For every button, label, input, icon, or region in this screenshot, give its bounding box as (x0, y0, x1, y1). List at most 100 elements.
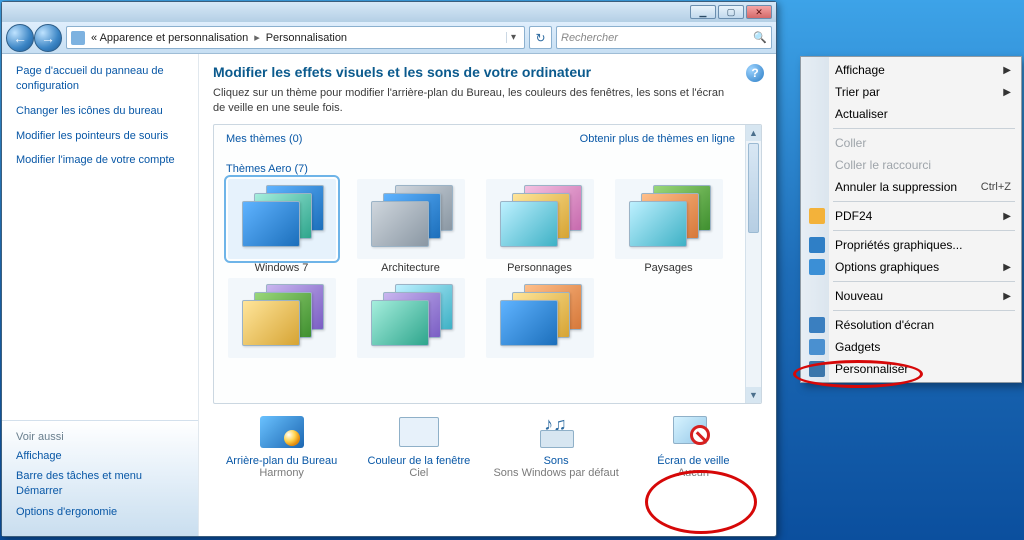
theme-label: Personnages (507, 262, 572, 274)
footer-window-color[interactable]: Couleur de la fenêtre Ciel (354, 414, 484, 479)
sidelink-home[interactable]: Page d'accueil du panneau de configurati… (16, 64, 184, 94)
sounds-icon: ♪♫ (532, 414, 580, 452)
footer-sub: Aucun (678, 467, 709, 479)
footer-screensaver[interactable]: Écran de veille Aucun (628, 414, 758, 479)
theme-row-2 (224, 278, 741, 358)
desktop-background-icon (258, 414, 306, 452)
context-item-label: Actualiser (835, 107, 888, 121)
context-separator (833, 128, 1015, 129)
context-item-propri-t-s-graphiques[interactable]: Propriétés graphiques... (803, 234, 1019, 256)
theme-architecture[interactable]: Architecture (353, 179, 468, 274)
scroll-up[interactable]: ▲ (746, 125, 761, 141)
breadcrumb-dropdown[interactable]: ▾ (506, 32, 520, 43)
search-input[interactable]: Rechercher 🔍 (556, 26, 772, 49)
context-item-coller: Coller (803, 132, 1019, 154)
context-item-coller-le-raccourci: Coller le raccourci (803, 154, 1019, 176)
context-item-label: Personnaliser (835, 362, 908, 376)
context-item-label: PDF24 (835, 209, 872, 223)
help-icon[interactable]: ? (746, 64, 764, 82)
theme-landscapes[interactable]: Paysages (611, 179, 726, 274)
see-also-taskbar[interactable]: Barre des tâches et menu Démarrer (16, 469, 184, 499)
breadcrumb-part2[interactable]: Personnalisation (266, 32, 347, 44)
context-item-nouveau[interactable]: Nouveau ▶ (803, 285, 1019, 307)
context-item-label: Coller le raccourci (835, 158, 931, 172)
footer-link: Arrière-plan du Bureau (226, 455, 337, 467)
sidebar: Page d'accueil du panneau de configurati… (2, 54, 199, 536)
footer-desktop-background[interactable]: Arrière-plan du Bureau Harmony (217, 414, 347, 479)
main-area: ? Modifier les effets visuels et les son… (199, 54, 776, 536)
context-separator (833, 201, 1015, 202)
window-color-icon (395, 414, 443, 452)
footer-sounds[interactable]: ♪♫ Sons Sons Windows par défaut (491, 414, 621, 479)
theme-windows7[interactable]: Windows 7 (224, 179, 339, 274)
see-also-display[interactable]: Affichage (16, 449, 184, 464)
context-item-gadgets[interactable]: Gadgets (803, 336, 1019, 358)
close-button[interactable]: ✕ (746, 5, 772, 19)
nav-back-forward: ← → (6, 24, 62, 52)
sidelink-pointers[interactable]: Modifier les pointeurs de souris (16, 129, 184, 144)
breadcrumb[interactable]: « Apparence et personnalisation ▸ Person… (66, 26, 525, 49)
theme-characters[interactable]: Personnages (482, 179, 597, 274)
window-body: Page d'accueil du panneau de configurati… (2, 54, 776, 536)
scroll-down[interactable]: ▼ (746, 387, 761, 403)
desktop-context-menu: Affichage▶Trier par▶ActualiserCollerColl… (800, 56, 1022, 383)
context-item-label: Coller (835, 136, 866, 150)
sidelink-desktop-icons[interactable]: Changer les icônes du bureau (16, 104, 184, 119)
screensaver-icon (669, 414, 717, 452)
theme-extra-3[interactable] (482, 278, 597, 358)
gfx-icon (809, 237, 825, 253)
annotation-circle-screensaver (645, 470, 757, 534)
context-item-personnaliser[interactable]: Personnaliser (803, 358, 1019, 380)
submenu-arrow-icon: ▶ (1003, 262, 1011, 273)
per-icon (809, 361, 825, 377)
theme-label: Paysages (644, 262, 692, 274)
opt-icon (809, 259, 825, 275)
footer-link: Écran de veille (657, 455, 729, 467)
refresh-button[interactable]: ↻ (529, 26, 552, 49)
theme-extra-1[interactable] (224, 278, 339, 358)
context-item-annuler-la-suppression[interactable]: Annuler la suppressionCtrl+Z (803, 176, 1019, 198)
titlebar: ▁ ▢ ✕ (2, 2, 776, 22)
context-item-label: Trier par (835, 85, 880, 99)
search-icon: 🔍 (753, 31, 767, 44)
context-separator (833, 281, 1015, 282)
context-item-affichage[interactable]: Affichage ▶ (803, 59, 1019, 81)
footer-sub: Ciel (409, 467, 428, 479)
scroll-thumb[interactable] (748, 143, 759, 233)
context-item-label: Nouveau (835, 289, 883, 303)
theme-label: Architecture (381, 262, 440, 274)
forward-button[interactable]: → (34, 24, 62, 52)
gad-icon (809, 339, 825, 355)
footer-link: Couleur de la fenêtre (368, 455, 471, 467)
back-button[interactable]: ← (6, 24, 34, 52)
theme-row-1: Windows 7 Architecture (224, 179, 741, 274)
get-more-themes-link[interactable]: Obtenir plus de thèmes en ligne (580, 133, 735, 145)
theme-list: ▲ ▼ Mes thèmes (0) Obtenir plus de thème… (213, 124, 762, 404)
control-panel-icon (71, 31, 85, 45)
context-item-actualiser[interactable]: Actualiser (803, 103, 1019, 125)
context-item-label: Affichage (835, 63, 885, 77)
context-item-pdf24[interactable]: PDF24▶ (803, 205, 1019, 227)
context-item-r-solution-d-cran[interactable]: Résolution d'écran (803, 314, 1019, 336)
breadcrumb-part1[interactable]: « Apparence et personnalisation (91, 32, 248, 44)
scrollbar[interactable]: ▲ ▼ (745, 125, 761, 403)
sidelink-account-pic[interactable]: Modifier l'image de votre compte (16, 153, 184, 168)
context-item-label: Résolution d'écran (835, 318, 934, 332)
context-item-trier-par[interactable]: Trier par▶ (803, 81, 1019, 103)
theme-extra-2[interactable] (353, 278, 468, 358)
maximize-button[interactable]: ▢ (718, 5, 744, 19)
context-separator (833, 310, 1015, 311)
nav-bar: ← → « Apparence et personnalisation ▸ Pe… (2, 22, 776, 54)
aero-themes-header: Thèmes Aero (7) (226, 163, 741, 175)
footer-icons: Arrière-plan du Bureau Harmony Couleur d… (213, 414, 762, 479)
see-also-ease[interactable]: Options d'ergonomie (16, 505, 184, 520)
footer-sub: Sons Windows par défaut (493, 467, 618, 479)
context-separator (833, 230, 1015, 231)
minimize-button[interactable]: ▁ (690, 5, 716, 19)
submenu-arrow-icon: ▶ (1003, 291, 1011, 302)
theme-label: Windows 7 (255, 262, 309, 274)
page-description: Cliquez sur un thème pour modifier l'arr… (213, 86, 733, 116)
submenu-arrow-icon: ▶ (1003, 65, 1011, 76)
context-item-label: Annuler la suppression (835, 180, 957, 194)
context-item-options-graphiques[interactable]: Options graphiques▶ (803, 256, 1019, 278)
